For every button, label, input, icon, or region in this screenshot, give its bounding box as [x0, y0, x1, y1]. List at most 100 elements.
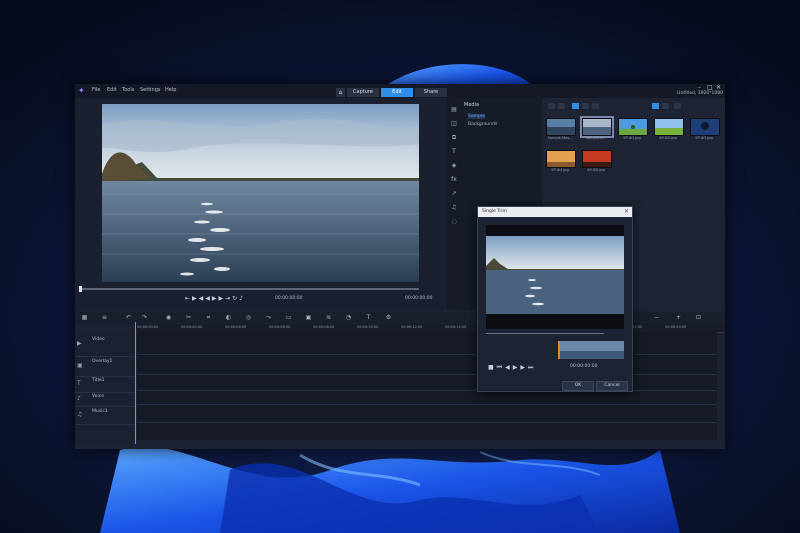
rewind-icon[interactable]: ◀	[505, 364, 513, 371]
track-header-overlay[interactable]: ▣ Overlay1	[75, 356, 135, 377]
cancel-button[interactable]: Cancel	[596, 381, 628, 391]
dialog-video-preview	[486, 236, 624, 314]
track-header-voice[interactable]: ♪ Voice	[75, 392, 135, 407]
prev-frame-icon[interactable]: ◀◀	[199, 295, 212, 302]
app-logo-icon: ✦	[78, 86, 85, 95]
import-icon[interactable]	[548, 103, 555, 109]
dialog-filmstrip[interactable]	[558, 341, 624, 359]
tree-item-backgrounds[interactable]: Backgrounds	[468, 122, 497, 127]
scrubber-handle[interactable]	[79, 286, 82, 292]
minimize-icon[interactable]: –	[698, 84, 701, 91]
player-timecode[interactable]: 00:00:00:00	[275, 296, 302, 301]
split-icon[interactable]: ✂	[185, 314, 192, 321]
player-panel: ⇤▶◀◀▶▶⇥↻♪ 00:00:00:00 00:00:00:00	[75, 98, 445, 310]
menu-help[interactable]: Help	[165, 87, 176, 93]
record-capture-icon[interactable]: ◉	[165, 314, 172, 321]
tab-share[interactable]: Share	[415, 88, 447, 97]
play-icon[interactable]: ▶	[192, 295, 199, 302]
track-header-title[interactable]: T Title1	[75, 376, 135, 393]
track-label: Music1	[92, 409, 108, 414]
instant-project-icon[interactable]: ◫	[450, 120, 458, 128]
prev-icon[interactable]: ⏮	[497, 364, 505, 371]
transition-icon[interactable]: ⧉	[450, 134, 458, 142]
sort-icon[interactable]	[674, 103, 681, 109]
video-filter-icon[interactable]	[572, 103, 579, 109]
next-frame-icon[interactable]: ▶▶	[212, 295, 225, 302]
track-lane-music[interactable]	[137, 404, 717, 423]
stop-icon[interactable]: ■	[488, 364, 497, 371]
zoom-out-icon[interactable]: −	[653, 314, 660, 321]
volume-icon[interactable]: ♪	[239, 295, 245, 302]
player-duration: 00:00:00:00	[405, 296, 433, 301]
ruler-tick: 00:00:02:00	[181, 325, 203, 329]
ruler-tick: 00:00:08:00	[313, 325, 335, 329]
library-header: Media	[464, 102, 480, 108]
fit-icon[interactable]: ⊡	[695, 314, 702, 321]
title-icon[interactable]: T	[450, 148, 458, 156]
menu-settings[interactable]: Settings	[140, 87, 161, 93]
color-icon[interactable]: ◐	[225, 314, 232, 321]
menu-edit[interactable]: Edit	[107, 87, 117, 93]
track-lane-voice[interactable]	[137, 390, 717, 405]
zoom-in-icon[interactable]: +	[675, 314, 682, 321]
close-icon[interactable]: ✕	[624, 207, 629, 217]
multicam-icon[interactable]: ▣	[305, 314, 312, 321]
audio-icon[interactable]: ♫	[450, 204, 458, 212]
thumbnail-item[interactable]	[618, 118, 648, 136]
timeline-playhead[interactable]	[135, 322, 136, 444]
menu-tools[interactable]: Tools	[122, 87, 134, 93]
track-header-music[interactable]: ♫ Music1	[75, 406, 135, 425]
thumbnail-item[interactable]	[654, 118, 684, 136]
motion-icon[interactable]: ↗	[450, 190, 458, 198]
thumbnail-view-icon[interactable]	[652, 103, 659, 109]
track-header-video[interactable]: ▶ Video	[75, 334, 135, 357]
storyboard-view-icon[interactable]: ▦	[81, 314, 88, 321]
ok-button[interactable]: OK	[562, 381, 594, 391]
motion-track-icon[interactable]: ⤳	[265, 314, 272, 321]
home-icon[interactable]: ⌂	[336, 88, 345, 97]
sticker-icon[interactable]: ◌	[450, 218, 458, 226]
record-icon[interactable]	[558, 103, 565, 109]
dialog-playback-controls[interactable]: ■⏮◀▶▶⏭	[488, 364, 536, 372]
next-icon[interactable]: ⏭	[528, 364, 536, 371]
library-tool-strip: ▤ ◫ ⧉ T ◈ fx ↗ ♫ ◌	[446, 98, 462, 310]
forward-icon[interactable]: ▶	[520, 364, 528, 371]
crop-icon[interactable]: ⌗	[205, 314, 212, 321]
track-headers: ▶ Video ▣ Overlay1 T Title1 ♪ Voice ♫ Mu…	[75, 332, 135, 444]
tree-item-sample[interactable]: Sample	[468, 114, 485, 119]
undo-icon[interactable]: ↶	[125, 314, 132, 321]
audio-filter-icon[interactable]	[592, 103, 599, 109]
filter-icon[interactable]: fx	[450, 176, 458, 184]
thumbnail-item[interactable]	[582, 150, 612, 168]
dialog-scrubber[interactable]	[486, 333, 604, 334]
player-scrubber[interactable]	[79, 286, 419, 292]
close-icon[interactable]: ✕	[716, 84, 721, 91]
settings-icon[interactable]: ⚙	[385, 314, 392, 321]
thumbnail-item[interactable]	[690, 118, 720, 136]
tab-capture[interactable]: Capture	[347, 88, 379, 97]
thumbnail-item[interactable]	[580, 116, 614, 138]
mask-icon[interactable]: ◎	[245, 314, 252, 321]
track-label: Overlay1	[92, 359, 113, 364]
menu-file[interactable]: File	[92, 87, 100, 93]
playback-controls[interactable]: ⇤▶◀◀▶▶⇥↻♪	[185, 295, 245, 302]
maximize-icon[interactable]: □	[707, 84, 713, 91]
subtitle-icon[interactable]: ▭	[285, 314, 292, 321]
photo-filter-icon[interactable]	[582, 103, 589, 109]
graphics-icon[interactable]: ◈	[450, 162, 458, 170]
overlay-icon: ▣	[77, 362, 83, 369]
thumbnail-item[interactable]	[546, 150, 576, 168]
dialog-timecode[interactable]: 00:00:00:00	[570, 364, 597, 369]
media-icon[interactable]: ▤	[450, 106, 458, 114]
list-view-icon[interactable]	[662, 103, 669, 109]
text-icon[interactable]: T	[365, 314, 372, 321]
audio-mixer-icon[interactable]: ≋	[325, 314, 332, 321]
home-icon[interactable]: ⇤	[185, 295, 192, 302]
speed-icon[interactable]: ◔	[345, 314, 352, 321]
thumbnail-item[interactable]	[546, 118, 576, 136]
ruler-tick: 00:00:10:00	[357, 325, 379, 329]
menu-bar: ✦ File Edit Tools Settings Help ⌂ Captur…	[75, 84, 725, 98]
redo-icon[interactable]: ↷	[141, 314, 148, 321]
tab-edit[interactable]: Edit	[381, 88, 413, 97]
timeline-view-icon[interactable]: ≡	[101, 314, 108, 321]
